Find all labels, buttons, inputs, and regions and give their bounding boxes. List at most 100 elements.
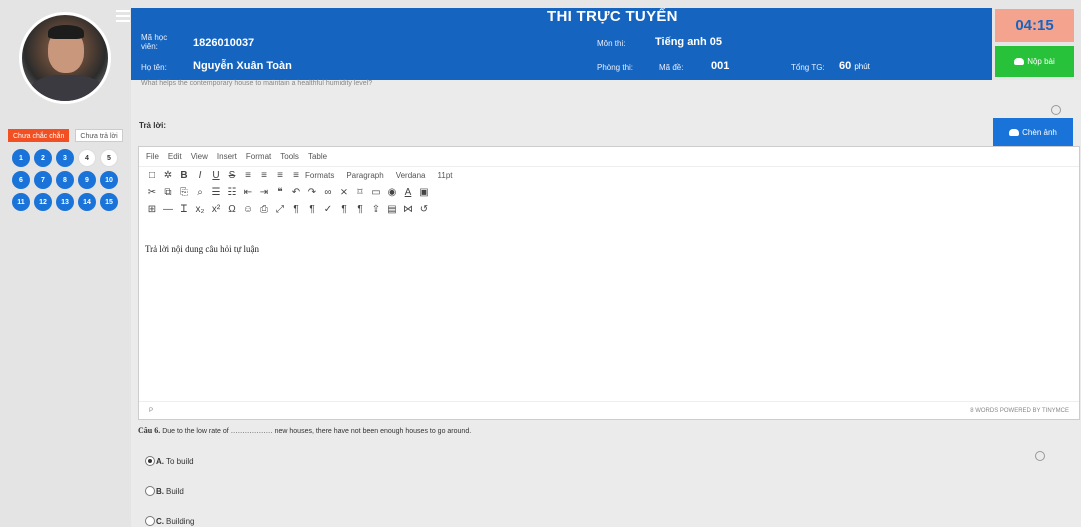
bullet-list-icon[interactable]: ☰ bbox=[209, 187, 223, 198]
question-filter-tabs: Chưa chắc chắn Chưa trả lời bbox=[8, 129, 123, 142]
room-label: Phòng thi: bbox=[597, 63, 634, 72]
fullscreen-icon[interactable]: ⤢ bbox=[273, 204, 287, 215]
preview-icon[interactable]: ◉ bbox=[385, 187, 399, 198]
blockquote-icon[interactable]: ❝ bbox=[273, 187, 287, 198]
question-nav-button[interactable]: 12 bbox=[34, 193, 52, 211]
strikethrough-icon[interactable]: S bbox=[225, 170, 239, 181]
answer-option[interactable]: A. To build bbox=[145, 456, 194, 466]
insert-image-button[interactable]: Chèn ảnh bbox=[993, 118, 1073, 146]
media-icon[interactable]: ▭ bbox=[369, 187, 383, 198]
question-nav-button[interactable]: 9 bbox=[78, 171, 96, 189]
tab-uncertain[interactable]: Chưa chắc chắn bbox=[8, 129, 70, 142]
copy-icon[interactable]: ⧉ bbox=[161, 187, 175, 198]
question-nav-button[interactable]: 7 bbox=[34, 171, 52, 189]
settings-icon[interactable]: ✲ bbox=[161, 170, 175, 181]
question-nav-button[interactable]: 15 bbox=[100, 193, 118, 211]
font-size-dropdown[interactable]: 11pt bbox=[438, 171, 453, 180]
tab-unanswered[interactable]: Chưa trả lời bbox=[75, 129, 123, 142]
question-navigator: 1 2 3 4 5 6 7 8 9 10 11 12 13 14 15 bbox=[12, 149, 118, 211]
total-time-label: Tổng TG: bbox=[791, 63, 825, 72]
ltr-icon[interactable]: ¶ bbox=[289, 204, 303, 215]
italic-icon[interactable]: I bbox=[193, 170, 207, 181]
sidebar: Chưa chắc chắn Chưa trả lời 1 2 3 4 5 6 7 8 9 10 1… bbox=[0, 0, 131, 527]
superscript-icon[interactable]: x² bbox=[209, 204, 223, 215]
block-format-dropdown[interactable]: Paragraph bbox=[346, 171, 383, 180]
previous-question-text: What helps the contemporary house to mai… bbox=[141, 80, 373, 87]
show-invisibles-icon[interactable]: ¶ bbox=[353, 204, 367, 215]
bookmark-icon[interactable]: ⌑ bbox=[353, 187, 367, 198]
template-icon[interactable]: ▤ bbox=[385, 204, 399, 215]
background-color-icon[interactable]: ▣ bbox=[417, 187, 431, 198]
bold-icon[interactable]: B bbox=[177, 170, 191, 181]
question-nav-button[interactable]: 1 bbox=[12, 149, 30, 167]
editor-content[interactable]: Trả lời nội dung câu hỏi tự luận bbox=[139, 238, 1079, 396]
question-nav-button[interactable]: 11 bbox=[12, 193, 30, 211]
indent-icon[interactable]: ⇥ bbox=[257, 187, 271, 198]
question-nav-button[interactable]: 13 bbox=[56, 193, 74, 211]
question-nav-button[interactable]: 8 bbox=[56, 171, 74, 189]
subject-label: Môn thi: bbox=[597, 39, 626, 48]
text-color-icon[interactable]: A bbox=[401, 187, 415, 198]
align-center-icon[interactable]: ≡ bbox=[257, 170, 271, 181]
question-nav-button[interactable]: 4 bbox=[78, 149, 96, 167]
new-document-icon[interactable]: □ bbox=[145, 170, 159, 181]
question-nav-button[interactable]: 14 bbox=[78, 193, 96, 211]
editor-menubar: File Edit View Insert Format Tools Table bbox=[139, 147, 1079, 167]
question-nav-button[interactable]: 5 bbox=[100, 149, 118, 167]
flag-question-icon[interactable] bbox=[1035, 451, 1045, 461]
option-text: Building bbox=[166, 516, 195, 526]
question-number: Câu 6. bbox=[138, 426, 161, 435]
redo-icon[interactable]: ↷ bbox=[305, 187, 319, 198]
find-icon[interactable]: ⌕ bbox=[193, 187, 207, 198]
paste-icon[interactable]: ⎘ bbox=[177, 187, 191, 198]
page-break-icon[interactable]: ⋈ bbox=[401, 204, 415, 215]
question-nav-button[interactable]: 2 bbox=[34, 149, 52, 167]
option-letter: B. bbox=[156, 486, 164, 496]
editor-menu-item[interactable]: Table bbox=[308, 152, 327, 161]
radio-button[interactable] bbox=[145, 456, 155, 466]
clear-format-icon[interactable]: Ꮖ bbox=[177, 204, 191, 215]
align-justify-icon[interactable]: ≡ bbox=[289, 170, 303, 181]
answer-option[interactable]: B. Build bbox=[145, 486, 184, 496]
upload-icon[interactable]: ⇪ bbox=[369, 204, 383, 215]
hamburger-menu-icon[interactable] bbox=[116, 10, 130, 23]
answer-option[interactable]: C. Building bbox=[145, 516, 194, 526]
align-right-icon[interactable]: ≡ bbox=[273, 170, 287, 181]
question-nav-button[interactable]: 6 bbox=[12, 171, 30, 189]
cut-icon[interactable]: ✂ bbox=[145, 187, 159, 198]
editor-toolbar-1: □ ✲ B I U S ≡ ≡ ≡ ≡ Formats Paragraph Ve… bbox=[139, 167, 1079, 184]
editor-menu-item[interactable]: Format bbox=[246, 152, 271, 161]
flag-question-icon[interactable] bbox=[1051, 105, 1061, 115]
rich-text-editor: File Edit View Insert Format Tools Table □ ✲ B… bbox=[138, 146, 1080, 420]
submit-button[interactable]: Nộp bài bbox=[995, 46, 1074, 77]
radio-button[interactable] bbox=[145, 516, 155, 526]
unlink-icon[interactable]: ⨯ bbox=[337, 187, 351, 198]
numbered-list-icon[interactable]: ☷ bbox=[225, 187, 239, 198]
editor-menu-item[interactable]: Edit bbox=[168, 152, 182, 161]
emoticon-icon[interactable]: ☺ bbox=[241, 204, 255, 215]
total-time: 60 phút bbox=[839, 60, 870, 72]
radio-button[interactable] bbox=[145, 486, 155, 496]
editor-menu-item[interactable]: File bbox=[146, 152, 159, 161]
horizontal-line-icon[interactable]: — bbox=[161, 204, 175, 215]
align-left-icon[interactable]: ≡ bbox=[241, 170, 255, 181]
editor-menu-item[interactable]: Insert bbox=[217, 152, 237, 161]
link-icon[interactable]: ∞ bbox=[321, 187, 335, 198]
restore-icon[interactable]: ↺ bbox=[417, 204, 431, 215]
editor-menu-item[interactable]: View bbox=[191, 152, 208, 161]
special-char-icon[interactable]: Ω bbox=[225, 204, 239, 215]
spellcheck-icon[interactable]: ✓ bbox=[321, 204, 335, 215]
subscript-icon[interactable]: x₂ bbox=[193, 204, 207, 215]
formats-dropdown[interactable]: Formats bbox=[305, 171, 334, 180]
question-nav-button[interactable]: 3 bbox=[56, 149, 74, 167]
underline-icon[interactable]: U bbox=[209, 170, 223, 181]
undo-icon[interactable]: ↶ bbox=[289, 187, 303, 198]
print-icon[interactable]: ⎙ bbox=[257, 204, 271, 215]
question-nav-button[interactable]: 10 bbox=[100, 171, 118, 189]
font-family-dropdown[interactable]: Verdana bbox=[396, 171, 426, 180]
show-blocks-icon[interactable]: ¶ bbox=[337, 204, 351, 215]
outdent-icon[interactable]: ⇤ bbox=[241, 187, 255, 198]
rtl-icon[interactable]: ¶ bbox=[305, 204, 319, 215]
table-icon[interactable]: ⊞ bbox=[145, 204, 159, 215]
editor-menu-item[interactable]: Tools bbox=[280, 152, 299, 161]
